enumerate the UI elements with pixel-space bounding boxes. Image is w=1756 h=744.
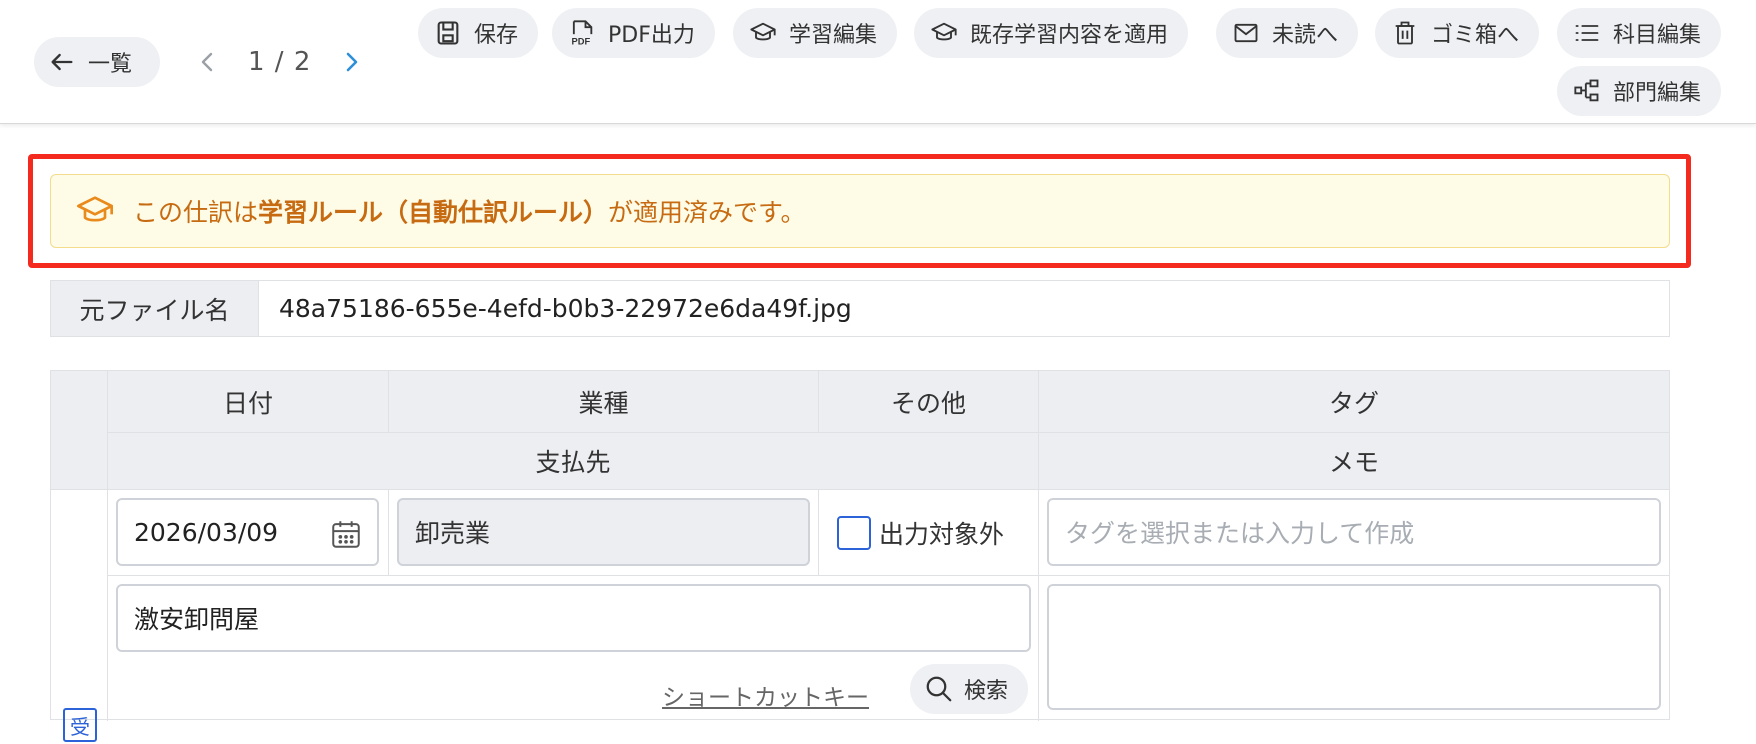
save-button[interactable]: 保存	[418, 8, 539, 58]
payee-cell: 激安卸問屋 ショートカットキー 検索	[108, 576, 1039, 721]
apply-existing-learning-button[interactable]: 既存学習内容を適用	[914, 8, 1189, 58]
search-button[interactable]: 検索	[910, 664, 1029, 714]
hierarchy-icon	[1574, 79, 1599, 102]
date-cell: 2026/03/09	[108, 490, 389, 576]
arrow-left-icon	[51, 53, 73, 71]
memo-cell	[1039, 576, 1669, 721]
source-file-name: 48a75186-655e-4efd-b0b3-22972e6da49f.jpg	[279, 294, 852, 323]
exclude-output-option[interactable]: 出力対象外	[837, 515, 1004, 551]
tags-input[interactable]: タグを選択または入力して作成	[1047, 498, 1661, 566]
tags-cell: タグを選択または入力して作成	[1039, 490, 1669, 576]
exclude-output-checkbox[interactable]	[837, 516, 871, 550]
header-industry: 業種	[389, 371, 819, 433]
top-toolbar: 一覧 1 / 2 保存 PDF PDF出力 学習編集 既存学習内容を適用 未読へ…	[0, 0, 1756, 124]
graduation-cap-icon	[750, 22, 776, 41]
date-input[interactable]: 2026/03/09	[116, 498, 379, 566]
header-other: その他	[819, 371, 1039, 433]
back-to-list-button[interactable]: 一覧	[34, 37, 160, 87]
exclude-output-label: 出力対象外	[879, 520, 1005, 549]
edit-learning-button[interactable]: 学習編集	[733, 8, 898, 58]
notice-text: この仕訳は学習ルール（自動仕訳ルール）が適用済みです。	[133, 198, 806, 227]
learning-rule-notice: この仕訳は学習ルール（自動仕訳ルール）が適用済みです。	[50, 174, 1670, 248]
mail-icon	[1234, 23, 1258, 43]
received-badge: 受	[63, 708, 97, 742]
graduation-cap-icon	[77, 196, 113, 222]
header-tags: タグ	[1039, 371, 1669, 433]
mark-unread-button[interactable]: 未読へ	[1216, 8, 1359, 58]
back-label: 一覧	[88, 52, 133, 77]
svg-text:PDF: PDF	[572, 37, 591, 47]
header-date: 日付	[108, 371, 389, 433]
industry-cell: 卸売業	[389, 490, 819, 576]
calendar-icon[interactable]	[329, 517, 363, 551]
gutter-header	[51, 371, 108, 490]
source-file-row: 元ファイル名 48a75186-655e-4efd-b0b3-22972e6da…	[50, 280, 1670, 337]
pager: 1 / 2	[196, 37, 363, 87]
payee-input[interactable]: 激安卸問屋	[116, 584, 1031, 652]
header-memo: メモ	[1039, 433, 1669, 490]
save-icon	[437, 21, 459, 45]
notice-emphasis: 学習ルール（自動仕訳ルール）	[258, 198, 609, 227]
pdf-export-button[interactable]: PDF PDF出力	[552, 8, 715, 58]
shortcut-keys-link[interactable]: ショートカットキー	[662, 678, 869, 712]
list-icon	[1575, 25, 1599, 41]
gutter-cell: 受	[51, 490, 108, 742]
chevron-left-icon[interactable]	[196, 50, 220, 74]
source-file-label: 元ファイル名	[51, 281, 259, 336]
graduation-cap-icon	[931, 22, 957, 41]
other-cell: 出力対象外	[819, 490, 1039, 576]
industry-field: 卸売業	[397, 498, 810, 566]
page-counter: 1 / 2	[248, 47, 312, 77]
pdf-icon: PDF	[572, 20, 593, 47]
header-payee: 支払先	[108, 433, 1039, 490]
move-to-trash-button[interactable]: ゴミ箱へ	[1375, 8, 1540, 58]
edit-departments-button[interactable]: 部門編集	[1557, 66, 1722, 116]
search-icon	[926, 676, 952, 702]
chevron-right-icon[interactable]	[339, 50, 363, 74]
memo-textarea[interactable]	[1047, 584, 1661, 710]
trash-icon	[1395, 21, 1415, 45]
edit-accounts-button[interactable]: 科目編集	[1557, 8, 1722, 58]
journal-entry-grid: 受 日付 業種 その他 タグ 支払先 メモ 2026/03/09 卸売業 出力対…	[50, 370, 1670, 742]
